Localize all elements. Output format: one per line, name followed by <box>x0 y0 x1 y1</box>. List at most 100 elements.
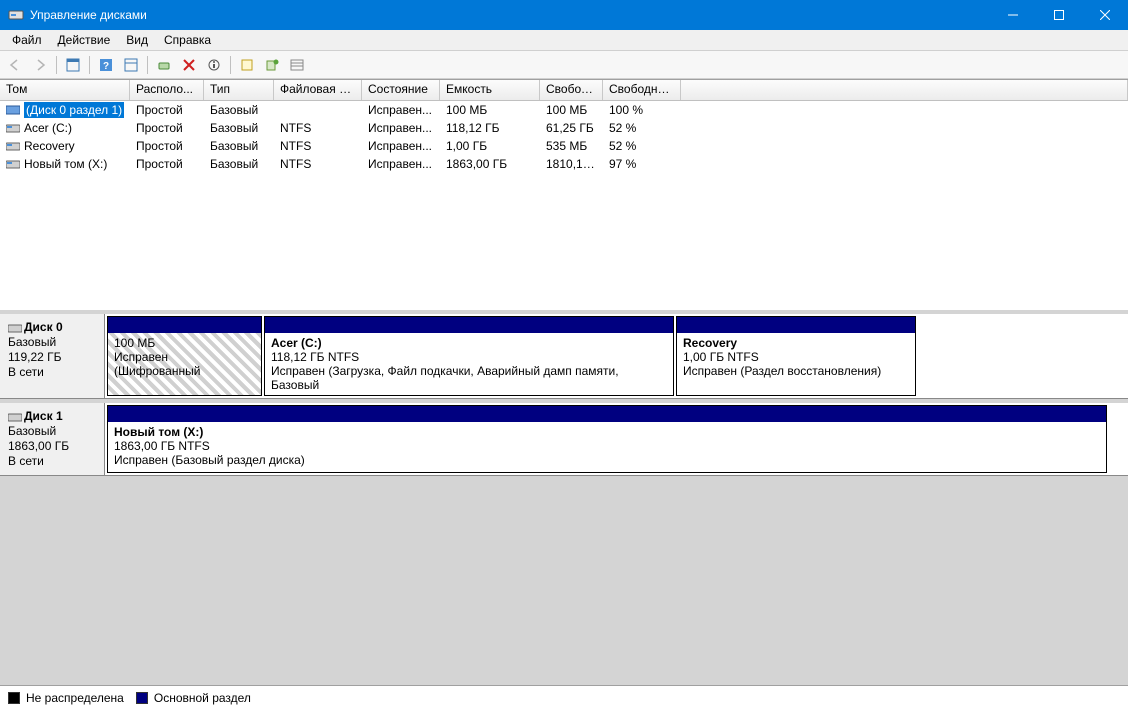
legend-swatch-unallocated <box>8 692 20 704</box>
volume-layout: Простой <box>130 103 204 117</box>
column-status[interactable]: Состояние <box>362 80 440 100</box>
table-row[interactable]: Новый том (X:)ПростойБазовыйNTFSИсправен… <box>0 155 1128 173</box>
table-row[interactable]: (Диск 0 раздел 1)ПростойБазовыйИсправен.… <box>0 101 1128 119</box>
partition-status: Исправен (Шифрованный <box>114 350 255 378</box>
partition-status: Исправен (Загрузка, Файл подкачки, Авари… <box>271 364 667 392</box>
action-button[interactable] <box>120 54 142 76</box>
partition-size: 100 МБ <box>114 336 255 350</box>
volume-free: 100 МБ <box>540 103 603 117</box>
show-hide-tree-button[interactable] <box>62 54 84 76</box>
partition-header <box>265 317 673 333</box>
volume-free: 1810,12 ... <box>540 157 603 171</box>
volume-capacity: 1863,00 ГБ <box>440 157 540 171</box>
volume-status: Исправен... <box>362 157 440 171</box>
volume-type: Базовый <box>204 139 274 153</box>
volume-type: Базовый <box>204 157 274 171</box>
main-area: Том Располо... Тип Файловая с... Состоян… <box>0 79 1128 685</box>
partition-size: 1,00 ГБ NTFS <box>683 350 909 364</box>
volume-name: Recovery <box>24 139 75 153</box>
volume-list: Том Располо... Тип Файловая с... Состоян… <box>0 80 1128 314</box>
column-free-percent[interactable]: Свободно % <box>603 80 681 100</box>
list-button[interactable] <box>286 54 308 76</box>
window-title: Управление дисками <box>30 8 990 22</box>
column-capacity[interactable]: Емкость <box>440 80 540 100</box>
volume-status: Исправен... <box>362 103 440 117</box>
volume-fs: NTFS <box>274 121 362 135</box>
menu-view[interactable]: Вид <box>118 31 156 49</box>
delete-button[interactable] <box>178 54 200 76</box>
toolbar-separator <box>89 56 90 74</box>
legend-swatch-primary <box>136 692 148 704</box>
volume-free: 535 МБ <box>540 139 603 153</box>
legend-primary: Основной раздел <box>136 691 251 705</box>
disk-type: Базовый <box>8 335 96 350</box>
svg-text:?: ? <box>103 61 109 72</box>
titlebar: Управление дисками <box>0 0 1128 30</box>
partition-header <box>108 406 1106 422</box>
toolbar-separator <box>230 56 231 74</box>
legend: Не распределена Основной раздел <box>0 685 1128 709</box>
table-row[interactable]: Acer (C:)ПростойБазовыйNTFSИсправен...11… <box>0 119 1128 137</box>
partition[interactable]: Recovery1,00 ГБ NTFSИсправен (Раздел вос… <box>676 316 916 396</box>
toolbar-separator <box>147 56 148 74</box>
legend-unallocated: Не распределена <box>8 691 124 705</box>
partition-title: Acer (C:) <box>271 336 322 350</box>
partition-status: Исправен (Раздел восстановления) <box>683 364 909 378</box>
volume-list-header: Том Располо... Тип Файловая с... Состоян… <box>0 80 1128 101</box>
volume-free-percent: 52 % <box>603 139 681 153</box>
volume-icon <box>6 140 20 152</box>
forward-button[interactable] <box>29 54 51 76</box>
disk-size: 1863,00 ГБ <box>8 439 96 454</box>
volume-icon <box>6 158 20 170</box>
disk-status: В сети <box>8 365 96 380</box>
partition-title: Новый том (X:) <box>114 425 203 439</box>
refresh-button[interactable] <box>153 54 175 76</box>
new-button[interactable] <box>236 54 258 76</box>
volume-free-percent: 100 % <box>603 103 681 117</box>
close-button[interactable] <box>1082 0 1128 30</box>
partition[interactable]: 100 МБИсправен (Шифрованный <box>107 316 262 396</box>
volume-status: Исправен... <box>362 139 440 153</box>
volume-status: Исправен... <box>362 121 440 135</box>
volume-fs: NTFS <box>274 157 362 171</box>
volume-layout: Простой <box>130 157 204 171</box>
disk-row: Диск 0Базовый119,22 ГБВ сети100 МБИсправ… <box>0 314 1128 399</box>
column-volume[interactable]: Том <box>0 80 130 100</box>
disk-info[interactable]: Диск 1Базовый1863,00 ГБВ сети <box>0 403 105 475</box>
volume-type: Базовый <box>204 121 274 135</box>
properties-button[interactable] <box>203 54 225 76</box>
column-type[interactable]: Тип <box>204 80 274 100</box>
volume-layout: Простой <box>130 121 204 135</box>
toolbar: ? <box>0 51 1128 79</box>
partition[interactable]: Acer (C:)118,12 ГБ NTFSИсправен (Загрузк… <box>264 316 674 396</box>
volume-icon <box>6 122 20 134</box>
help-button[interactable]: ? <box>95 54 117 76</box>
volume-free: 61,25 ГБ <box>540 121 603 135</box>
disk-icon <box>8 322 22 334</box>
partition[interactable]: Новый том (X:)1863,00 ГБ NTFSИсправен (Б… <box>107 405 1107 473</box>
disk-type: Базовый <box>8 424 96 439</box>
column-free[interactable]: Свобод... <box>540 80 603 100</box>
partition-status: Исправен (Базовый раздел диска) <box>114 453 1100 467</box>
column-layout[interactable]: Располо... <box>130 80 204 100</box>
volume-icon <box>6 104 20 116</box>
partition-size: 118,12 ГБ NTFS <box>271 350 667 364</box>
column-spacer <box>681 80 1128 100</box>
table-row[interactable]: RecoveryПростойБазовыйNTFSИсправен...1,0… <box>0 137 1128 155</box>
disk-name: Диск 1 <box>24 409 63 423</box>
disk-name: Диск 0 <box>24 320 63 334</box>
legend-primary-label: Основной раздел <box>154 691 251 705</box>
settings-button[interactable] <box>261 54 283 76</box>
menu-file[interactable]: Файл <box>4 31 50 49</box>
menubar: Файл Действие Вид Справка <box>0 30 1128 51</box>
disk-info[interactable]: Диск 0Базовый119,22 ГБВ сети <box>0 314 105 398</box>
menu-action[interactable]: Действие <box>50 31 119 49</box>
maximize-button[interactable] <box>1036 0 1082 30</box>
partition-header <box>108 317 261 333</box>
volume-capacity: 1,00 ГБ <box>440 139 540 153</box>
minimize-button[interactable] <box>990 0 1036 30</box>
volume-name: (Диск 0 раздел 1) <box>24 102 124 118</box>
menu-help[interactable]: Справка <box>156 31 219 49</box>
column-filesystem[interactable]: Файловая с... <box>274 80 362 100</box>
back-button[interactable] <box>4 54 26 76</box>
